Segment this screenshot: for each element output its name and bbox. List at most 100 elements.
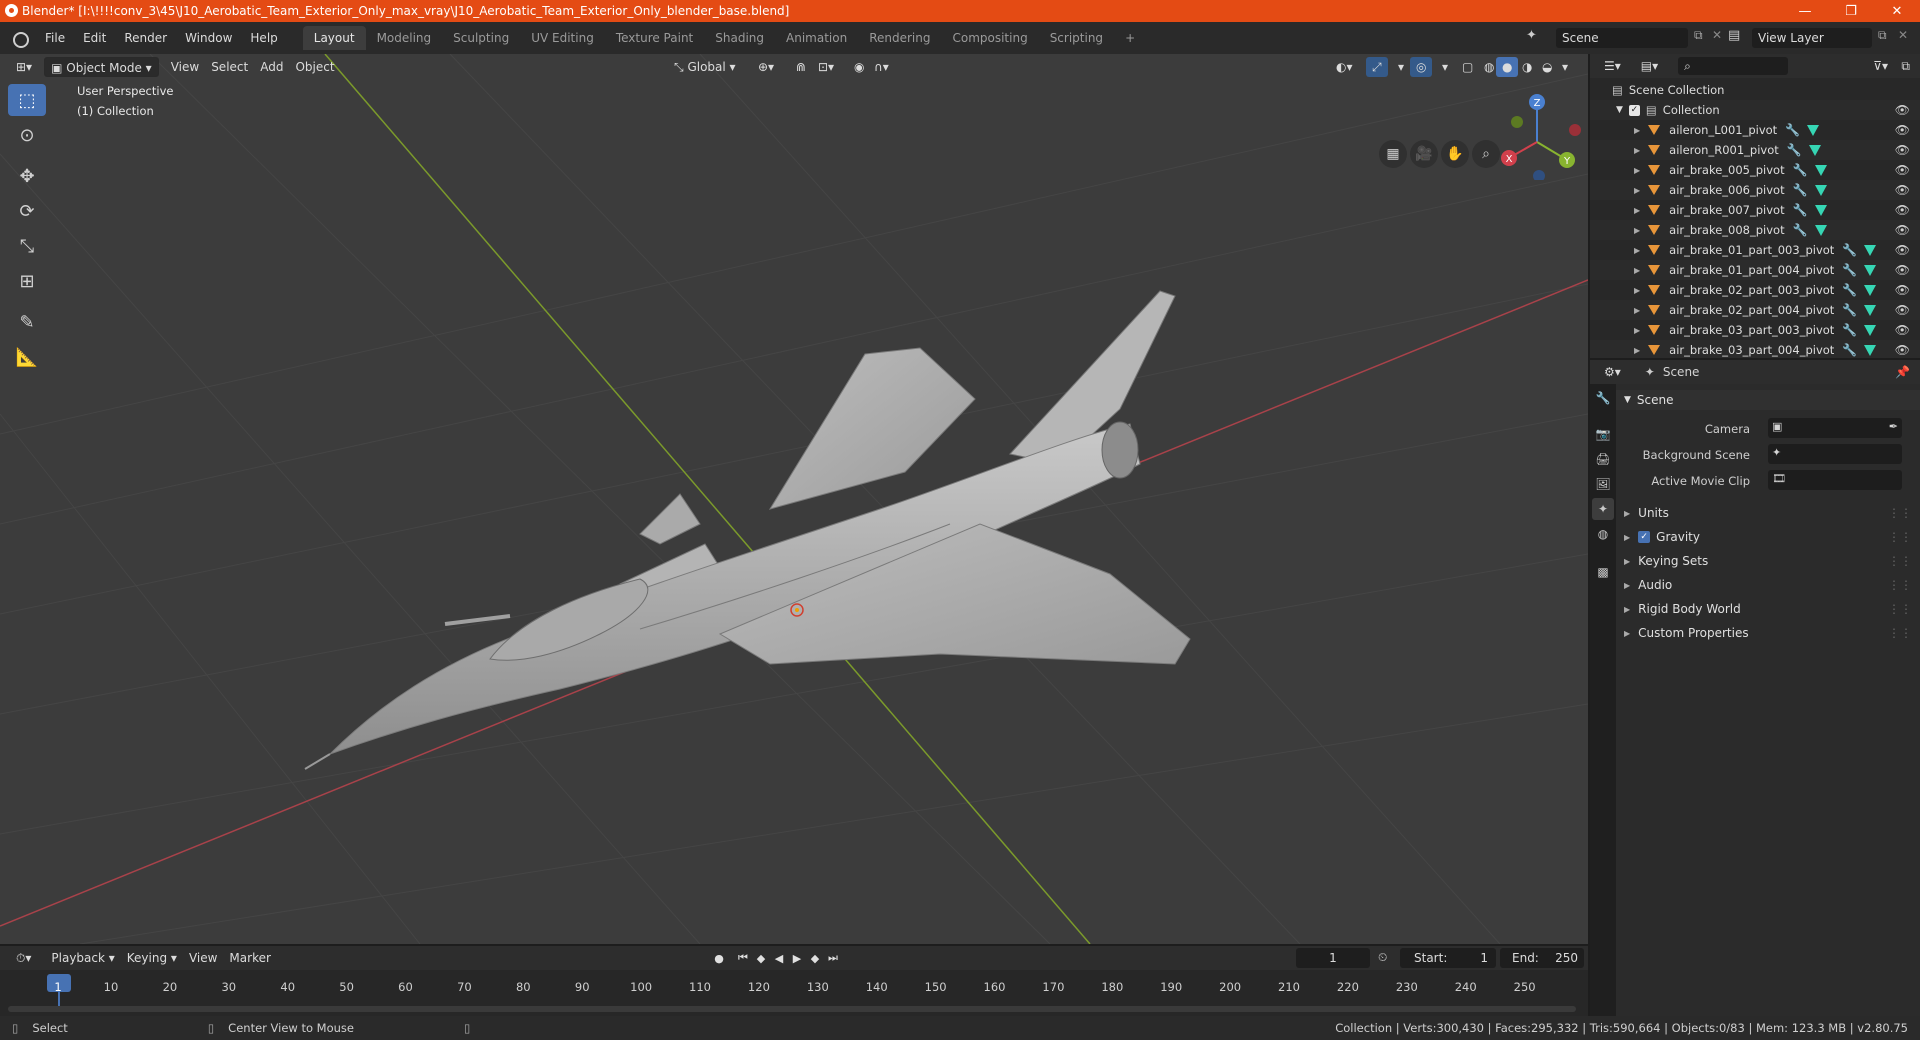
eye-icon[interactable]: 👁 — [1895, 163, 1910, 177]
menu-edit[interactable]: Edit — [74, 27, 115, 49]
menu-keying[interactable]: Keying ▾ — [121, 948, 183, 968]
snap-icon[interactable]: ⋒ — [790, 57, 812, 77]
eye-icon[interactable]: 👁 — [1895, 243, 1910, 257]
modifier-wrench-icon[interactable]: 🔧 — [1793, 223, 1808, 237]
background-scene-field[interactable]: ✦ — [1768, 444, 1902, 464]
editor-type-icon[interactable]: ⊞▾ — [10, 57, 38, 77]
mesh-data-icon[interactable] — [1814, 224, 1827, 236]
transform-tool[interactable]: ⊞ — [8, 265, 46, 297]
add-workspace-button[interactable]: + — [1114, 26, 1146, 50]
tab-animation[interactable]: Animation — [775, 26, 858, 50]
play-reverse-icon[interactable]: ◀ — [770, 949, 788, 967]
play-icon[interactable]: ▶ — [788, 949, 806, 967]
menu-render[interactable]: Render — [115, 27, 176, 49]
outliner-search-input[interactable]: ⌕ — [1678, 57, 1789, 75]
expand-icon[interactable]: ▶ — [1634, 186, 1640, 195]
expand-icon[interactable]: ▶ — [1634, 206, 1640, 215]
timeline-scrollbar[interactable] — [8, 1006, 1576, 1012]
modifier-wrench-icon[interactable]: 🔧 — [1842, 243, 1857, 257]
cursor-tool[interactable]: ⊙ — [8, 119, 46, 151]
display-mode-icon[interactable]: ▤▾ — [1635, 56, 1664, 76]
current-frame-field[interactable]: 1 — [1296, 948, 1370, 968]
tab-layout[interactable]: Layout — [302, 26, 366, 50]
rotate-tool[interactable]: ⟳ — [8, 195, 46, 227]
filter-icon[interactable]: ⊽▾ — [1867, 56, 1894, 76]
panel-rigid-body-world[interactable]: ▶ Rigid Body World ⋮⋮ — [1616, 598, 1920, 620]
jump-end-icon[interactable]: ⏭ — [824, 949, 842, 967]
annotate-tool[interactable]: ✎ — [8, 306, 46, 338]
mesh-data-icon[interactable] — [1864, 304, 1877, 316]
eye-icon[interactable]: 👁 — [1895, 223, 1910, 237]
outliner-item[interactable]: ▶ air_brake_01_part_004_pivot 🔧 👁 — [1590, 260, 1920, 280]
overlays-toggle-icon[interactable]: ◎ — [1410, 57, 1433, 77]
falloff-icon[interactable]: ∩▾ — [868, 57, 895, 77]
expand-icon[interactable]: ▶ — [1634, 286, 1640, 295]
expand-icon[interactable]: ▼ — [1616, 105, 1623, 115]
new-view-layer-icon[interactable]: ⧉ — [1878, 28, 1887, 43]
tab-modeling[interactable]: Modeling — [366, 26, 443, 50]
new-scene-icon[interactable]: ⧉ — [1694, 28, 1703, 43]
end-frame-field[interactable]: End: 250 — [1500, 948, 1584, 968]
modifier-wrench-icon[interactable]: 🔧 — [1842, 343, 1857, 357]
outliner-item[interactable]: ▶ air_brake_007_pivot 🔧 👁 — [1590, 200, 1920, 220]
tab-shading[interactable]: Shading — [704, 26, 775, 50]
mesh-data-icon[interactable] — [1814, 184, 1827, 196]
camera-view-icon[interactable]: 🎥 — [1410, 140, 1438, 168]
output-tab-icon[interactable]: 🖨 — [1592, 448, 1614, 470]
tab-compositing[interactable]: Compositing — [941, 26, 1038, 50]
expand-icon[interactable]: ▶ — [1634, 166, 1640, 175]
tab-texture-paint[interactable]: Texture Paint — [605, 26, 704, 50]
modifier-wrench-icon[interactable]: 🔧 — [1842, 303, 1857, 317]
visibility-icon[interactable]: ◐▾ — [1330, 57, 1359, 77]
modifier-wrench-icon[interactable]: 🔧 — [1787, 143, 1802, 157]
pin-icon[interactable]: 📌 — [1895, 365, 1910, 379]
outliner-item[interactable]: ▶ air_brake_006_pivot 🔧 👁 — [1590, 180, 1920, 200]
tab-rendering[interactable]: Rendering — [858, 26, 941, 50]
eye-icon[interactable]: 👁 — [1895, 323, 1910, 337]
menu-playback[interactable]: Playback ▾ — [45, 948, 120, 968]
drag-handle-icon[interactable]: ⋮⋮ — [1888, 578, 1912, 592]
modifier-wrench-icon[interactable]: 🔧 — [1842, 323, 1857, 337]
outliner-editor-type-icon[interactable]: ☰▾ — [1598, 56, 1627, 76]
jump-start-icon[interactable]: ⏮ — [734, 949, 752, 967]
scene-collection-row[interactable]: ▤ Scene Collection — [1590, 80, 1920, 100]
outliner-item[interactable]: ▶ air_brake_005_pivot 🔧 👁 — [1590, 160, 1920, 180]
modifier-wrench-icon[interactable]: 🔧 — [1793, 183, 1808, 197]
modifier-wrench-icon[interactable]: 🔧 — [1793, 163, 1808, 177]
outliner-item[interactable]: ▶ aileron_L001_pivot 🔧 👁 — [1590, 120, 1920, 140]
snap-target-icon[interactable]: ⊡▾ — [812, 57, 840, 77]
eye-icon[interactable]: 👁 — [1895, 183, 1910, 197]
select-box-tool[interactable]: ⬚ — [8, 84, 46, 116]
start-frame-field[interactable]: Start: 1 — [1400, 948, 1496, 968]
xray-icon[interactable]: ▢ — [1456, 57, 1479, 77]
minimize-button[interactable]: — — [1782, 0, 1828, 22]
eye-icon[interactable]: 👁 — [1895, 123, 1910, 137]
view-layer-selector[interactable]: View Layer — [1752, 28, 1872, 48]
outliner-item[interactable]: ▶ air_brake_03_part_003_pivot 🔧 👁 — [1590, 320, 1920, 340]
panel-audio[interactable]: ▶ Audio ⋮⋮ — [1616, 574, 1920, 596]
tab-uv-editing[interactable]: UV Editing — [520, 26, 605, 50]
camera-field[interactable]: ▣ ✒ — [1768, 418, 1902, 438]
render-tab-icon[interactable]: 📷 — [1592, 423, 1614, 445]
mesh-data-icon[interactable] — [1864, 264, 1877, 276]
outliner-item[interactable]: ▶ air_brake_02_part_004_pivot 🔧 👁 — [1590, 300, 1920, 320]
mesh-data-icon[interactable] — [1807, 124, 1820, 136]
move-tool[interactable]: ✥ — [8, 160, 46, 192]
modifier-wrench-icon[interactable]: 🔧 — [1842, 283, 1857, 297]
expand-icon[interactable]: ▶ — [1634, 126, 1640, 135]
gizmo-toggle-icon[interactable]: ⤢ — [1366, 57, 1388, 77]
menu-add[interactable]: Add — [254, 57, 289, 77]
panel-units[interactable]: ▶ Units ⋮⋮ — [1616, 502, 1920, 524]
gizmo-dropdown-icon[interactable]: ▾ — [1392, 57, 1410, 77]
expand-icon[interactable]: ▶ — [1634, 266, 1640, 275]
grid-view-icon[interactable]: ▦ — [1379, 140, 1407, 168]
blender-menu-icon[interactable] — [10, 29, 29, 48]
menu-select[interactable]: Select — [205, 57, 254, 77]
drag-handle-icon[interactable]: ⋮⋮ — [1888, 530, 1912, 544]
modifier-wrench-icon[interactable]: 🔧 — [1793, 203, 1808, 217]
record-icon[interactable]: ● — [710, 949, 728, 967]
drag-handle-icon[interactable]: ⋮⋮ — [1888, 506, 1912, 520]
close-button[interactable]: ✕ — [1874, 0, 1920, 22]
menu-help[interactable]: Help — [241, 27, 286, 49]
overlays-dropdown-icon[interactable]: ▾ — [1436, 57, 1454, 77]
